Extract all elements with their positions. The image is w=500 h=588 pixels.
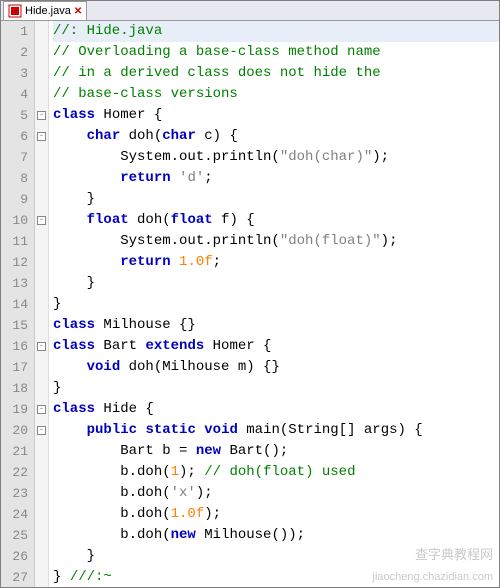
line-number: 14 [1, 294, 28, 315]
line-number: 8 [1, 168, 28, 189]
fold-cell[interactable]: - [35, 399, 48, 420]
line-number: 10 [1, 210, 28, 231]
fold-cell [35, 63, 48, 84]
line-number: 24 [1, 504, 28, 525]
file-tab[interactable]: Hide.java ✕ [3, 1, 87, 20]
tab-filename: Hide.java [25, 5, 71, 17]
code-line[interactable]: return 1.0f; [53, 252, 499, 273]
code-line[interactable]: //: Hide.java [53, 21, 499, 42]
line-number: 23 [1, 483, 28, 504]
code-line[interactable]: System.out.println("doh(float)"); [53, 231, 499, 252]
line-number: 9 [1, 189, 28, 210]
fold-cell [35, 294, 48, 315]
fold-cell [35, 168, 48, 189]
java-file-icon [8, 4, 22, 18]
fold-cell [35, 147, 48, 168]
fold-cell[interactable]: - [35, 420, 48, 441]
code-line[interactable]: class Hide { [53, 399, 499, 420]
fold-cell [35, 189, 48, 210]
fold-toggle-icon[interactable]: - [37, 132, 46, 141]
line-number: 18 [1, 378, 28, 399]
code-line[interactable]: class Bart extends Homer { [53, 336, 499, 357]
fold-cell [35, 273, 48, 294]
code-line[interactable]: } [53, 546, 499, 567]
code-line[interactable]: char doh(char c) { [53, 126, 499, 147]
code-line[interactable]: } [53, 273, 499, 294]
line-number: 4 [1, 84, 28, 105]
fold-cell [35, 441, 48, 462]
code-line[interactable]: b.doh('x'); [53, 483, 499, 504]
code-line[interactable]: // Overloading a base-class method name [53, 42, 499, 63]
fold-cell[interactable]: - [35, 126, 48, 147]
line-number: 13 [1, 273, 28, 294]
code-line[interactable]: float doh(float f) { [53, 210, 499, 231]
fold-cell [35, 462, 48, 483]
fold-cell[interactable]: - [35, 336, 48, 357]
code-line[interactable]: } [53, 378, 499, 399]
code-line[interactable]: // base-class versions [53, 84, 499, 105]
code-editor[interactable]: 1234567891011121314151617181920212223242… [1, 21, 499, 587]
fold-cell [35, 84, 48, 105]
line-number: 5 [1, 105, 28, 126]
code-line[interactable]: System.out.println("doh(char)"); [53, 147, 499, 168]
code-line[interactable]: Bart b = new Bart(); [53, 441, 499, 462]
code-line[interactable]: void doh(Milhouse m) {} [53, 357, 499, 378]
line-number: 27 [1, 567, 28, 588]
line-number: 17 [1, 357, 28, 378]
close-icon[interactable]: ✕ [74, 6, 82, 17]
line-number: 11 [1, 231, 28, 252]
fold-cell [35, 357, 48, 378]
line-number: 1 [1, 21, 28, 42]
code-line[interactable]: class Homer { [53, 105, 499, 126]
fold-cell[interactable]: - [35, 210, 48, 231]
line-number: 19 [1, 399, 28, 420]
code-line[interactable]: class Milhouse {} [53, 315, 499, 336]
code-line[interactable]: b.doh(1); // doh(float) used [53, 462, 499, 483]
code-line[interactable]: b.doh(new Milhouse()); [53, 525, 499, 546]
fold-cell [35, 546, 48, 567]
fold-column: - - - - - - [35, 21, 49, 587]
line-number: 25 [1, 525, 28, 546]
fold-cell [35, 315, 48, 336]
code-area[interactable]: //: Hide.java// Overloading a base-class… [49, 21, 499, 587]
fold-toggle-icon[interactable]: - [37, 405, 46, 414]
line-number: 20 [1, 420, 28, 441]
fold-cell [35, 483, 48, 504]
code-line[interactable]: // in a derived class does not hide the [53, 63, 499, 84]
fold-cell [35, 567, 48, 588]
fold-cell[interactable]: - [35, 105, 48, 126]
fold-cell [35, 525, 48, 546]
fold-cell [35, 504, 48, 525]
fold-toggle-icon[interactable]: - [37, 216, 46, 225]
code-line[interactable]: return 'd'; [53, 168, 499, 189]
tab-bar: Hide.java ✕ [1, 1, 499, 21]
line-number: 2 [1, 42, 28, 63]
code-line[interactable]: } ///:~ [53, 567, 499, 588]
line-number: 12 [1, 252, 28, 273]
line-number: 26 [1, 546, 28, 567]
line-number: 21 [1, 441, 28, 462]
code-line[interactable]: public static void main(String[] args) { [53, 420, 499, 441]
line-number: 3 [1, 63, 28, 84]
fold-cell [35, 231, 48, 252]
code-line[interactable]: b.doh(1.0f); [53, 504, 499, 525]
fold-cell [35, 378, 48, 399]
code-line[interactable]: } [53, 189, 499, 210]
line-number: 16 [1, 336, 28, 357]
code-line[interactable]: } [53, 294, 499, 315]
line-number: 7 [1, 147, 28, 168]
fold-cell [35, 42, 48, 63]
fold-cell [35, 252, 48, 273]
fold-toggle-icon[interactable]: - [37, 426, 46, 435]
fold-toggle-icon[interactable]: - [37, 111, 46, 120]
line-number-gutter: 1234567891011121314151617181920212223242… [1, 21, 35, 587]
line-number: 22 [1, 462, 28, 483]
line-number: 15 [1, 315, 28, 336]
line-number: 6 [1, 126, 28, 147]
fold-toggle-icon[interactable]: - [37, 342, 46, 351]
fold-cell [35, 21, 48, 42]
